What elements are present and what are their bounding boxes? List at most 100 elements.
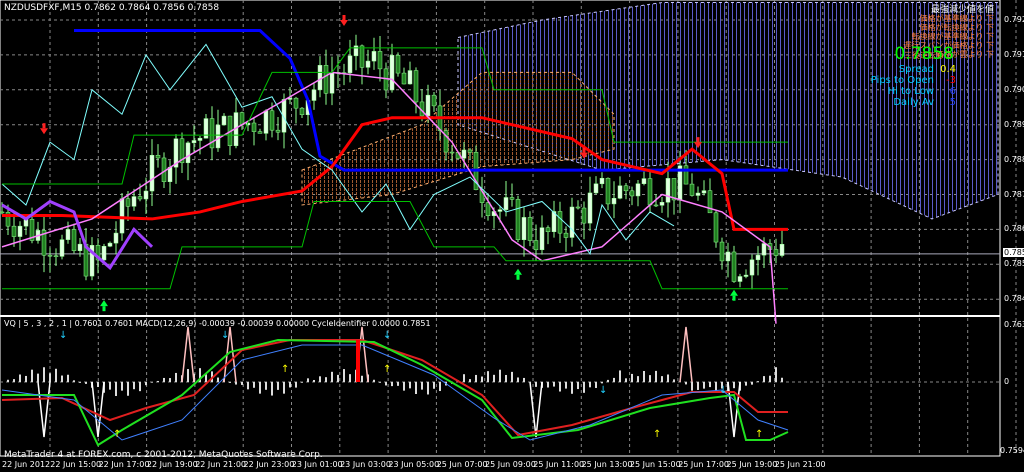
pips-to-open-value: -3 <box>946 75 956 86</box>
candle-body <box>755 254 761 261</box>
candle-body <box>77 243 83 251</box>
candle-body <box>575 206 581 209</box>
candle-body <box>299 107 305 115</box>
candle-body <box>371 51 377 62</box>
candle-body <box>695 192 701 196</box>
daily-av-label: Daily Av <box>893 97 934 108</box>
candle-body <box>449 151 455 154</box>
candle-body <box>641 178 647 184</box>
candle-body <box>665 178 671 203</box>
candle-body <box>137 196 143 200</box>
cyan-down-arrow-icon: ↓ <box>719 385 727 396</box>
candle-body <box>701 190 707 194</box>
price-axis-label: 0.7845 <box>1004 294 1024 304</box>
candle-body <box>101 246 107 261</box>
current-price-display: 0.7858 <box>894 44 954 64</box>
time-axis-label: 22 Jun 23:00 <box>243 460 295 469</box>
candle-body <box>515 199 521 241</box>
candle-body <box>353 45 359 57</box>
yellow-up-arrow-icon: ↑ <box>383 364 391 375</box>
candle-body <box>731 251 737 282</box>
candle-body <box>533 240 539 251</box>
candle-body <box>347 55 353 74</box>
candle-body <box>251 122 257 132</box>
chart-canvas[interactable]: ↑ ↑ ↑ ↑ ↑ ↓ ↓ ↓ ↓ ↓ <box>0 0 1024 472</box>
time-axis-label: 22 Jun 2012 <box>2 460 51 469</box>
time-axis-label: 22 Jun 15:00 <box>50 460 102 469</box>
candle-body <box>773 249 779 256</box>
candle-body <box>719 241 725 262</box>
candle-body <box>0 211 5 214</box>
candle-body <box>629 190 635 197</box>
cyan-down-arrow-icon: ↓ <box>221 330 229 341</box>
candle-body <box>395 55 401 74</box>
candle-body <box>377 51 383 70</box>
signal-arrow-up-icon <box>730 289 738 296</box>
candle-body <box>761 243 767 256</box>
price-axis-label: 0.7895 <box>1004 119 1024 129</box>
price-axis-label: 0.7865 <box>1004 224 1024 234</box>
candle-body <box>713 212 719 243</box>
candle-body <box>593 183 599 194</box>
candle-body <box>167 166 173 182</box>
candle-body <box>257 131 263 134</box>
signal-arrow-down-icon <box>582 147 586 153</box>
signal-arrow-up-icon <box>102 306 106 312</box>
yellow-up-arrow-icon: ↑ <box>281 364 289 375</box>
signal-arrow-up-icon <box>732 295 736 301</box>
sub-axis-zero: 0 <box>1004 377 1010 386</box>
candle-body <box>431 94 437 107</box>
candle-body <box>131 196 137 207</box>
time-axis-label: 25 Jun 07:00 <box>436 460 488 469</box>
candle-body <box>647 178 653 206</box>
candle-body <box>653 204 659 207</box>
daily-av-value: 5 <box>949 97 956 108</box>
candle-body <box>191 140 197 144</box>
signal-arrow-down-icon <box>696 137 700 143</box>
candle-body <box>539 227 545 251</box>
signal-arrow-down-icon <box>340 20 348 26</box>
cycle-spike <box>529 381 543 438</box>
candle-body <box>71 229 77 251</box>
spread-label: Spread <box>898 64 934 75</box>
candle-body <box>461 149 467 159</box>
candle-body <box>149 155 155 192</box>
candle-body <box>215 124 221 149</box>
candle-body <box>467 149 473 153</box>
candle-body <box>563 232 569 238</box>
pips-to-open-label: Pips to Open <box>870 75 934 86</box>
time-axis-label: 23 Jun 01:00 <box>291 460 343 469</box>
time-axis-label: 25 Jun 21:00 <box>774 460 826 469</box>
candle-body <box>545 227 551 233</box>
candle-body <box>53 255 59 258</box>
yellow-up-arrow-icon: ↑ <box>755 429 763 440</box>
candle-body <box>521 217 527 241</box>
time-axis-label: 25 Jun 15:00 <box>629 460 681 469</box>
price-axis-label: 0.7855 <box>1004 259 1024 269</box>
copyright-text: MetaTrader 4 at FOREX.com, c 2001-2012, … <box>4 450 323 460</box>
candle-body <box>113 232 119 244</box>
hi-to-low-value: 6 <box>949 86 956 97</box>
candle-body <box>743 274 749 277</box>
signal-arrow-down-icon <box>342 15 346 20</box>
candle-body <box>323 65 329 94</box>
candle-body <box>605 177 611 205</box>
candle-body <box>143 190 149 200</box>
chart-title: NZDUSDFXF,M15 0.7862 0.7864 0.7856 0.785… <box>4 3 220 13</box>
price-axis-label: 0.7885 <box>1004 154 1024 164</box>
candle-body <box>413 70 419 103</box>
candle-body <box>407 70 413 85</box>
time-axis-label: 25 Jun 09:00 <box>485 460 536 469</box>
candle-body <box>623 185 629 192</box>
candle-body <box>389 55 395 91</box>
candle-body <box>119 198 125 234</box>
candle-body <box>509 197 515 200</box>
yellow-up-arrow-icon: ↑ <box>653 429 661 440</box>
candle-body <box>311 89 317 101</box>
candle-body <box>401 72 407 85</box>
price-axis-label: 0.7875 <box>1004 189 1024 199</box>
candle-body <box>581 207 587 224</box>
purple-line <box>1 199 154 271</box>
candle-body <box>17 225 23 237</box>
time-axis-label: 22 Jun 19:00 <box>146 460 198 469</box>
